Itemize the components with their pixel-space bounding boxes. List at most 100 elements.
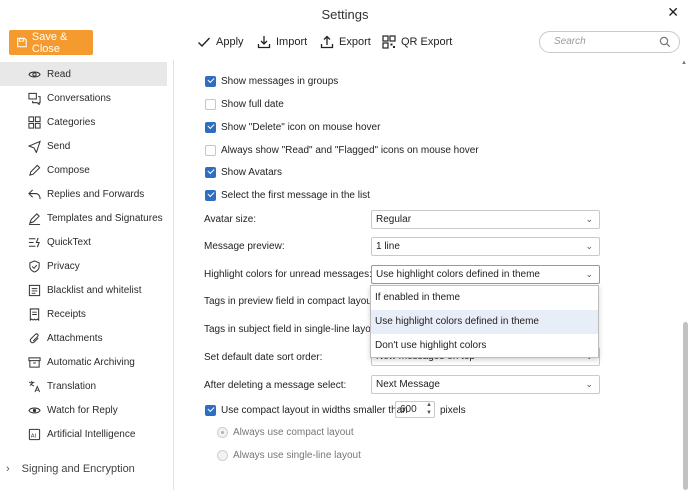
import-button[interactable]: Import xyxy=(257,35,307,49)
search-input[interactable]: Search xyxy=(539,31,680,53)
checkbox-checked[interactable] xyxy=(205,75,216,87)
export-button[interactable]: Export xyxy=(320,35,371,49)
close-icon[interactable]: ✕ xyxy=(667,4,679,21)
compact-layout-checkbox[interactable]: Use compact layout in widths smaller tha… xyxy=(205,402,408,418)
settings-panel: Show messages in groups Show full date S… xyxy=(193,60,683,490)
radio-unselected[interactable] xyxy=(217,450,228,461)
after-delete-select[interactable]: Next Message ⌄ xyxy=(371,375,600,394)
avatar-size-select[interactable]: Regular ⌄ xyxy=(371,210,600,229)
pen-icon xyxy=(29,164,41,176)
sidebar-item-label: Compose xyxy=(47,164,90,176)
sidebar-item-watch[interactable]: Watch for Reply xyxy=(0,398,167,422)
date-sort-label: Set default date sort order: xyxy=(204,352,323,363)
highlight-colors-value: Use highlight colors defined in theme xyxy=(376,269,540,280)
radio-label: Always use single-line layout xyxy=(233,450,361,461)
highlight-colors-select[interactable]: Use highlight colors defined in theme ⌄ xyxy=(371,265,600,284)
show-avatars-checkbox[interactable]: Show Avatars xyxy=(205,164,282,180)
chevron-down-icon: ⌄ xyxy=(585,379,593,389)
reply-icon xyxy=(28,188,41,199)
sidebar-item-attachments[interactable]: Attachments xyxy=(0,326,167,350)
chevron-right-icon: › xyxy=(6,463,10,475)
sidebar-item-replies[interactable]: Replies and Forwards xyxy=(0,182,167,206)
sidebar-item-label: Attachments xyxy=(47,332,103,344)
chevron-down-icon: ⌄ xyxy=(585,214,593,224)
sidebar-item-compose[interactable]: Compose xyxy=(0,158,167,182)
sidebar-item-label: Send xyxy=(47,140,71,152)
checkbox-label: Show messages in groups xyxy=(221,75,339,87)
apply-button[interactable]: Apply xyxy=(197,35,244,49)
send-icon xyxy=(28,139,41,153)
width-stepper[interactable]: 600 ▲ ▼ xyxy=(395,401,435,418)
always-single-line-radio[interactable]: Always use single-line layout xyxy=(217,450,361,461)
stepper-arrows-icon[interactable]: ▲ ▼ xyxy=(426,401,432,417)
watch-icon xyxy=(28,407,41,413)
dropdown-option[interactable]: If enabled in theme xyxy=(371,286,598,310)
apply-label: Apply xyxy=(216,36,244,48)
save-close-button[interactable]: Save & Close xyxy=(9,30,93,55)
delete-icon-hover-checkbox[interactable]: Show "Delete" icon on mouse hover xyxy=(205,119,380,135)
sidebar-item-categories[interactable]: Categories xyxy=(0,110,167,134)
sidebar-item-privacy[interactable]: Privacy xyxy=(0,254,167,278)
checkbox-checked[interactable] xyxy=(205,121,216,133)
chevron-down-icon: ⌄ xyxy=(585,241,593,251)
radio-selected[interactable] xyxy=(217,427,228,438)
eye-icon xyxy=(28,71,41,77)
dropdown-option-selected[interactable]: Use highlight colors defined in theme xyxy=(371,310,598,334)
show-full-date-checkbox[interactable]: Show full date xyxy=(205,96,284,112)
sidebar-item-translation[interactable]: Translation xyxy=(0,374,167,398)
sidebar-item-label: Receipts xyxy=(47,308,86,320)
sidebar-item-label: Templates and Signatures xyxy=(47,212,163,224)
sidebar-item-label: Blacklist and whitelist xyxy=(47,284,142,296)
sidebar-item-receipts[interactable]: Receipts xyxy=(0,302,167,326)
receipt-icon xyxy=(29,307,40,321)
sidebar-item-send[interactable]: Send xyxy=(0,134,167,158)
always-compact-radio[interactable]: Always use compact layout xyxy=(217,427,354,438)
message-preview-label: Message preview: xyxy=(204,241,285,252)
qr-export-label: QR Export xyxy=(401,36,453,48)
checkbox-unchecked[interactable] xyxy=(205,144,216,156)
checkbox-checked[interactable] xyxy=(205,189,216,201)
checkbox-unchecked[interactable] xyxy=(205,98,216,110)
tags-single-label: Tags in subject field in single-line lay… xyxy=(204,324,382,335)
paperclip-icon xyxy=(29,332,39,343)
shield-icon xyxy=(29,259,40,273)
pixels-unit-label: pixels xyxy=(440,405,466,416)
message-preview-select[interactable]: 1 line ⌄ xyxy=(371,237,600,256)
read-flagged-icons-checkbox[interactable]: Always show "Read" and "Flagged" icons o… xyxy=(205,142,479,158)
sidebar-item-quicktext[interactable]: QuickText xyxy=(0,230,167,254)
sidebar-item-label: Categories xyxy=(47,116,96,128)
highlight-colors-label: Highlight colors for unread messages: xyxy=(204,269,372,280)
sidebar-item-blacklist[interactable]: Blacklist and whitelist xyxy=(0,278,167,302)
avatar-size-value: Regular xyxy=(376,214,412,225)
sidebar-item-label: Watch for Reply xyxy=(47,404,118,416)
scrollbar-thumb[interactable] xyxy=(683,322,688,490)
sidebar-item-conversations[interactable]: Conversations xyxy=(0,86,167,110)
qr-export-button[interactable]: QR Export xyxy=(382,35,452,49)
archive-icon xyxy=(28,356,41,368)
sidebar-item-ai[interactable]: AI Artificial Intelligence xyxy=(0,422,167,446)
sidebar-item-label: Conversations xyxy=(47,92,111,104)
checkbox-checked[interactable] xyxy=(205,404,216,416)
show-groups-checkbox[interactable]: Show messages in groups xyxy=(205,73,338,89)
list-icon xyxy=(28,284,41,296)
chevron-down-icon: ⌄ xyxy=(585,269,593,279)
checkbox-label: Show Avatars xyxy=(221,166,282,178)
sidebar-group-signing[interactable]: › Signing and Encryption xyxy=(0,458,174,480)
checkbox-checked[interactable] xyxy=(205,166,216,178)
sidebar-item-templates[interactable]: Templates and Signatures xyxy=(0,206,167,230)
sidebar-item-label: Replies and Forwards xyxy=(47,188,145,200)
select-first-message-checkbox[interactable]: Select the first message in the list xyxy=(205,187,370,203)
sidebar-item-read[interactable]: Read xyxy=(0,62,167,86)
after-delete-value: Next Message xyxy=(376,379,440,390)
sidebar-item-archiving[interactable]: Automatic Archiving xyxy=(0,350,167,374)
sidebar-item-label: QuickText xyxy=(47,236,91,248)
width-value: 600 xyxy=(400,404,417,415)
svg-text:AI: AI xyxy=(31,433,37,439)
window-title: Settings xyxy=(321,7,369,22)
checkbox-label: Use compact layout in widths smaller tha… xyxy=(221,404,408,416)
sidebar-group-label: Signing and Encryption xyxy=(21,463,135,475)
sidebar-item-label: Translation xyxy=(47,380,97,392)
import-label: Import xyxy=(276,36,308,48)
dropdown-option[interactable]: Don't use highlight colors xyxy=(371,334,598,358)
scroll-up-icon[interactable]: ▲ xyxy=(681,60,687,66)
